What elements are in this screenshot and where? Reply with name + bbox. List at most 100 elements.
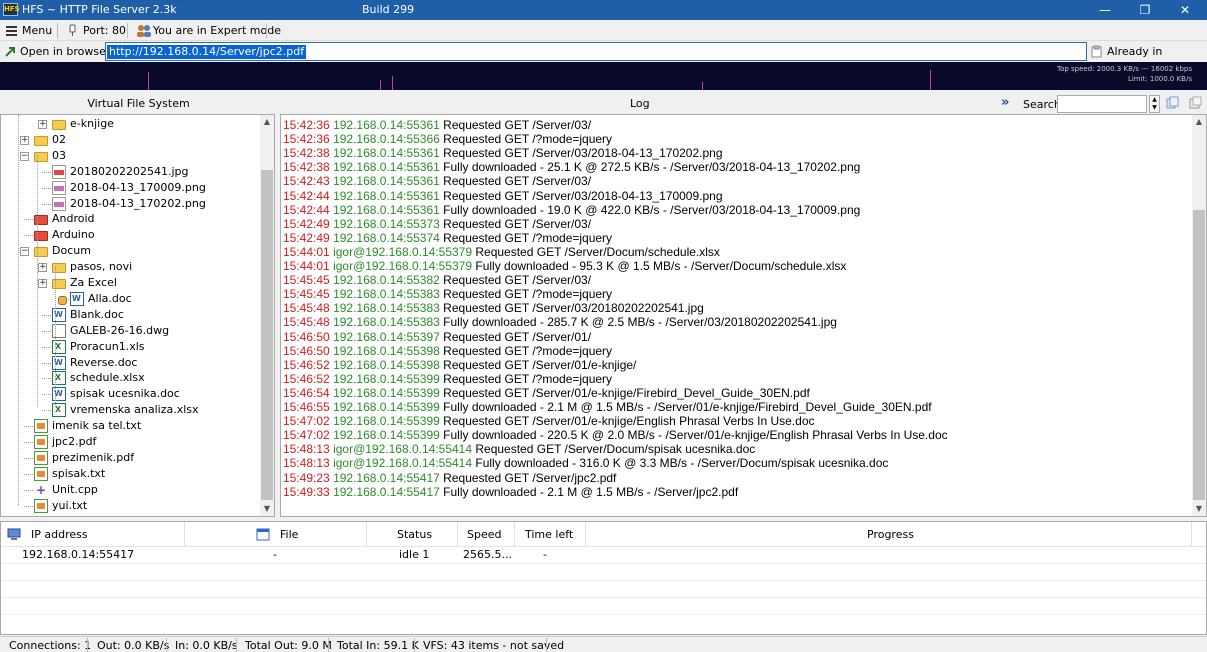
tree-item[interactable]: 2018-04-13_170009.png (1, 180, 259, 196)
scroll-down-arrow-icon[interactable]: ▼ (260, 502, 274, 516)
tree-item[interactable]: Unit.cpp (1, 482, 259, 498)
tree-item[interactable]: 2018-04-13_170202.png (1, 196, 259, 212)
title-bar[interactable]: HFS HFS ~ HTTP File Server 2.3k Build 29… (0, 0, 1207, 20)
tree-connector (42, 187, 51, 189)
close-button[interactable]: ✕ (1166, 0, 1204, 20)
log-entry: 15:46:50 192.168.0.14:55397 Requested GE… (283, 330, 591, 344)
col-speed[interactable]: Speed (467, 528, 501, 541)
tree-connector (24, 473, 33, 475)
row-file: - (273, 548, 277, 561)
port-button[interactable]: Port: 80 (63, 22, 126, 39)
tree-item[interactable]: yui.txt (1, 498, 259, 514)
tree-item[interactable]: spisak.txt (1, 466, 259, 482)
tree-item-label: GALEB-26-16.dwg (70, 323, 170, 337)
log-message: Fully downloaded - 2.1 M @ 1.5 MB/s - /S… (439, 400, 932, 414)
log-time: 15:46:50 (283, 343, 330, 358)
tree-item[interactable]: − Docum (1, 243, 259, 259)
tree-item[interactable]: Android (1, 211, 259, 227)
collapse-icon[interactable]: − (20, 151, 29, 161)
log-search-input[interactable] (1057, 95, 1147, 113)
log-message: Requested GET /Server/03/2018-04-13_1700… (439, 188, 723, 203)
url-field[interactable]: http://192.168.0.14/Server/jpc2.pdf (105, 42, 1087, 61)
tree-item[interactable]: Blank.doc (1, 307, 259, 323)
tree-item[interactable]: + Za Excel (1, 275, 259, 291)
tree-connector (24, 505, 33, 507)
open-in-browser-button[interactable]: Open in browser (3, 43, 110, 60)
tree-item[interactable]: prezimenik.pdf (1, 450, 259, 466)
expand-icon[interactable]: + (38, 263, 47, 273)
tree-item-label: jpc2.pdf (52, 435, 97, 448)
scroll-up-arrow-icon[interactable]: ▲ (1192, 115, 1206, 129)
log-message: Requested GET /Server/Docum/schedule.xls… (472, 244, 720, 259)
menu-label: Menu (22, 24, 53, 37)
search-spin-icon[interactable]: ▲ ▼ (1149, 95, 1160, 113)
connections-table[interactable]: IP address File Status Speed Time left P… (0, 521, 1207, 635)
col-file[interactable]: File (280, 528, 298, 541)
tree-item[interactable]: Alla.doc (1, 291, 259, 307)
log-time: 15:47:02 (283, 414, 330, 429)
col-status[interactable]: Status (397, 528, 432, 541)
tree-item[interactable]: − 03 (1, 148, 259, 164)
copy-log-icon[interactable] (1165, 96, 1180, 111)
tree-item-label: spisak.txt (52, 466, 106, 480)
expand-icon[interactable]: + (20, 135, 29, 145)
clear-log-icon[interactable] (1188, 96, 1203, 111)
tree-item[interactable]: Arduino (1, 227, 259, 243)
col-time-left[interactable]: Time left (525, 528, 573, 541)
vfs-scrollbar[interactable]: ▲ ▼ (260, 115, 274, 516)
log-address: 192.168.0.14:55397 (333, 329, 440, 344)
tree-item[interactable]: schedule.xlsx (1, 370, 259, 386)
png-image-icon (52, 180, 66, 195)
menu-button[interactable]: Menu (2, 22, 52, 39)
minimize-button[interactable]: — (1086, 0, 1124, 20)
log-entry: 15:42:38 192.168.0.14:55361 Requested GE… (283, 146, 723, 160)
expand-icon[interactable]: + (38, 120, 47, 129)
log-message: Fully downloaded - 25.1 K @ 272.5 KB/s -… (439, 160, 861, 175)
expert-mode-button[interactable]: You are in Expert mode (133, 22, 281, 39)
log-time: 15:42:49 (283, 230, 330, 245)
expand-icon[interactable]: + (38, 279, 47, 288)
scroll-down-arrow-icon[interactable]: ▼ (1192, 502, 1206, 516)
tree-item[interactable]: 20180202202541.jpg (1, 164, 259, 180)
vfs-tree[interactable]: ▲ ▼ + e-knjige +02 − 03 20180202202541.jpg 201… (0, 114, 275, 517)
tree-item[interactable]: + pasos, novi (1, 259, 259, 275)
row-ip: 192.168.0.14:55417 (22, 548, 135, 561)
vfs-scroll-thumb[interactable] (261, 170, 273, 500)
tree-item[interactable]: +02 (1, 132, 259, 148)
tree-item[interactable]: GALEB-26-16.dwg (1, 323, 259, 339)
url-bar: Open in browser http://192.168.0.14/Serv… (0, 41, 1207, 75)
tree-item-label: e-knjige (70, 117, 114, 130)
status-divider (328, 638, 329, 652)
column-divider (366, 522, 367, 547)
log-time: 15:49:33 (283, 484, 330, 499)
log-scroll-thumb[interactable] (1193, 210, 1205, 500)
tree-item[interactable]: jpc2.pdf (1, 434, 259, 450)
tree-item[interactable]: spisak ucesnika.doc (1, 386, 259, 402)
expand-log-icon[interactable]: » (1001, 95, 1009, 110)
status-connections: Connections: 1 (9, 639, 92, 652)
log-view[interactable]: ▲ ▼ 15:42:36 192.168.0.14:55361 Requeste… (280, 114, 1207, 517)
tree-item[interactable]: Proracun1.xls (1, 339, 259, 355)
tree-item-label: spisak ucesnika.doc (70, 387, 180, 401)
log-time: 15:48:13 (283, 442, 330, 457)
tree-item[interactable]: + e-knjige (1, 116, 259, 132)
lock-icon (58, 295, 67, 305)
log-time: 15:42:44 (283, 188, 330, 203)
tree-item[interactable]: vremenska analiza.xlsx (1, 402, 259, 418)
col-ip-address[interactable]: IP address (31, 528, 88, 541)
scroll-up-arrow-icon[interactable]: ▲ (260, 115, 274, 129)
tree-item[interactable]: imenik sa tel.txt (1, 418, 259, 434)
clipboard-button[interactable]: Already in clipboard (1090, 43, 1207, 75)
log-address: 192.168.0.14:55361 (333, 118, 440, 132)
tree-connector (42, 410, 51, 412)
col-progress[interactable]: Progress (867, 528, 914, 541)
tree-item[interactable]: Reverse.doc (1, 355, 259, 371)
log-time: 15:47:02 (283, 428, 330, 443)
tree-connector (42, 346, 51, 348)
collapse-icon[interactable]: − (20, 247, 29, 257)
log-address: 192.168.0.14:55398 (333, 357, 440, 372)
log-message: Fully downloaded - 316.0 K @ 3.3 MB/s - … (472, 456, 889, 471)
log-scrollbar[interactable]: ▲ ▼ (1192, 115, 1206, 516)
tree-connector (24, 235, 33, 237)
maximize-button[interactable]: ❐ (1126, 0, 1164, 20)
